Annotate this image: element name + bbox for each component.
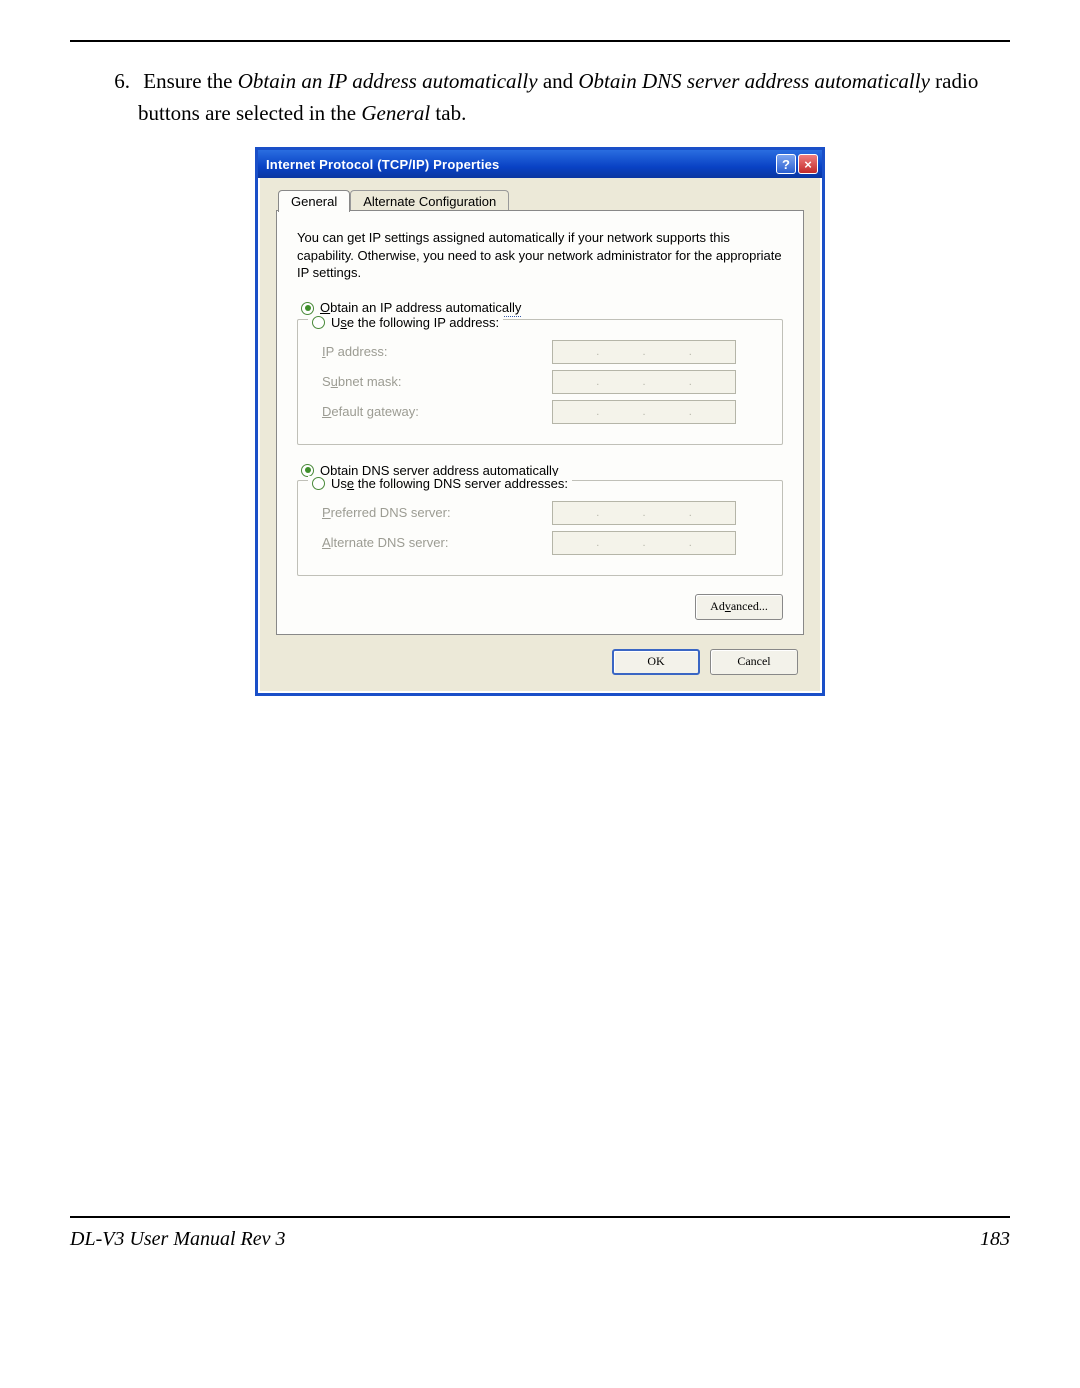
instruction-step-6: 6. Ensure the Obtain an IP address autom… [138,66,1010,129]
cancel-button[interactable]: Cancel [710,649,798,675]
footer-doc-title: DL-V3 User Manual Rev 3 [70,1228,286,1251]
tab-alternate-configuration[interactable]: Alternate Configuration [350,190,509,212]
alternate-dns-row: Alternate DNS server: ... [322,531,762,555]
step-number: 6. [110,66,138,98]
ok-button[interactable]: OK [612,649,700,675]
title-bar[interactable]: Internet Protocol (TCP/IP) Properties ? … [258,150,822,178]
default-gateway-input[interactable]: ... [552,400,736,424]
tab-general[interactable]: General [278,190,350,212]
page-footer: DL-V3 User Manual Rev 3 183 [70,1228,1010,1251]
alternate-dns-label: Alternate DNS server: [322,535,552,550]
subnet-mask-input[interactable]: ... [552,370,736,394]
preferred-dns-row: Preferred DNS server: ... [322,501,762,525]
tcpip-properties-dialog: Internet Protocol (TCP/IP) Properties ? … [255,147,825,696]
radio-use-static-ip-label: Use the following IP address: [331,315,499,330]
ip-address-row: IP address: ... [322,340,762,364]
alternate-dns-input[interactable]: ... [552,531,736,555]
window-title: Internet Protocol (TCP/IP) Properties [266,157,776,172]
ip-address-input[interactable]: ... [552,340,736,364]
radio-use-static-dns[interactable]: Use the following DNS server addresses: [308,476,572,491]
radio-use-static-ip[interactable]: Use the following IP address: [308,315,503,330]
help-icon[interactable]: ? [776,154,796,174]
advanced-button[interactable]: Advanced... [695,594,783,620]
default-gateway-row: Default gateway: ... [322,400,762,424]
preferred-dns-label: Preferred DNS server: [322,505,552,520]
ip-address-label: IP address: [322,344,552,359]
radio-use-static-dns-label: Use the following DNS server addresses: [331,476,568,491]
dialog-body: General Alternate Configuration You can … [258,178,822,693]
subnet-mask-label: Subnet mask: [322,374,552,389]
subnet-mask-row: Subnet mask: ... [322,370,762,394]
intro-text: You can get IP settings assigned automat… [297,229,783,282]
preferred-dns-input[interactable]: ... [552,501,736,525]
static-dns-group: Use the following DNS server addresses: … [297,480,783,576]
close-icon[interactable]: × [798,154,818,174]
rule-bottom [70,1216,1010,1218]
rule-top [70,40,1010,42]
footer-page-number: 183 [980,1228,1010,1251]
default-gateway-label: Default gateway: [322,404,552,419]
static-ip-group: Use the following IP address: IP address… [297,319,783,445]
general-tab-panel: You can get IP settings assigned automat… [276,210,804,635]
